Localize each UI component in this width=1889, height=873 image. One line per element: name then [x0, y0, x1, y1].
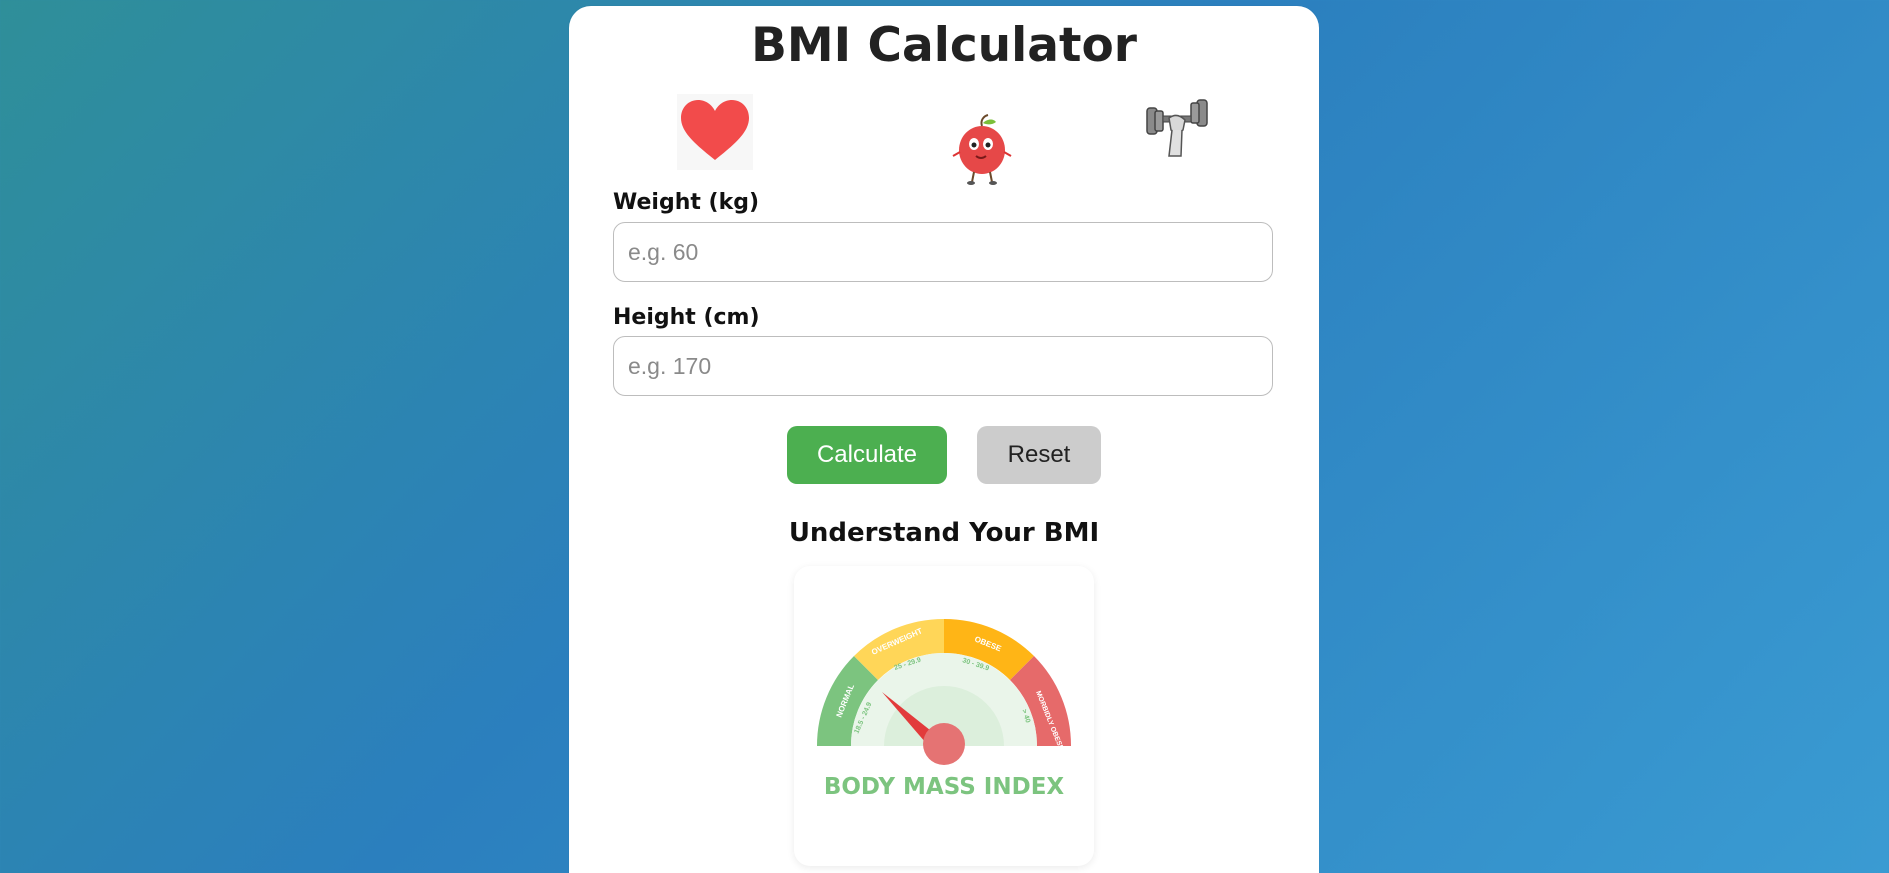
gauge-caption: BODY MASS INDEX	[824, 774, 1065, 800]
height-label: Height (cm)	[613, 305, 760, 330]
apple-icon	[952, 114, 1012, 186]
calculator-card: BMI Calculator Weight (kg) e.g. 60 Heigh…	[569, 6, 1319, 873]
weight-input[interactable]	[613, 222, 1273, 282]
height-input[interactable]	[613, 336, 1273, 396]
bmi-info-heading: Understand Your BMI	[788, 518, 1100, 548]
calculate-button[interactable]: Calculate	[787, 426, 947, 484]
bmi-gauge-image: NORMAL OVERWEIGHT OBESE MORBIDLY OBESE 1…	[794, 566, 1094, 866]
weight-label: Weight (kg)	[613, 190, 760, 215]
heart-icon	[677, 94, 753, 170]
page-title: BMI Calculator	[751, 18, 1137, 73]
gauge-hub	[923, 723, 965, 765]
dumbbell-icon	[1141, 94, 1217, 170]
reset-button[interactable]: Reset	[977, 426, 1101, 484]
